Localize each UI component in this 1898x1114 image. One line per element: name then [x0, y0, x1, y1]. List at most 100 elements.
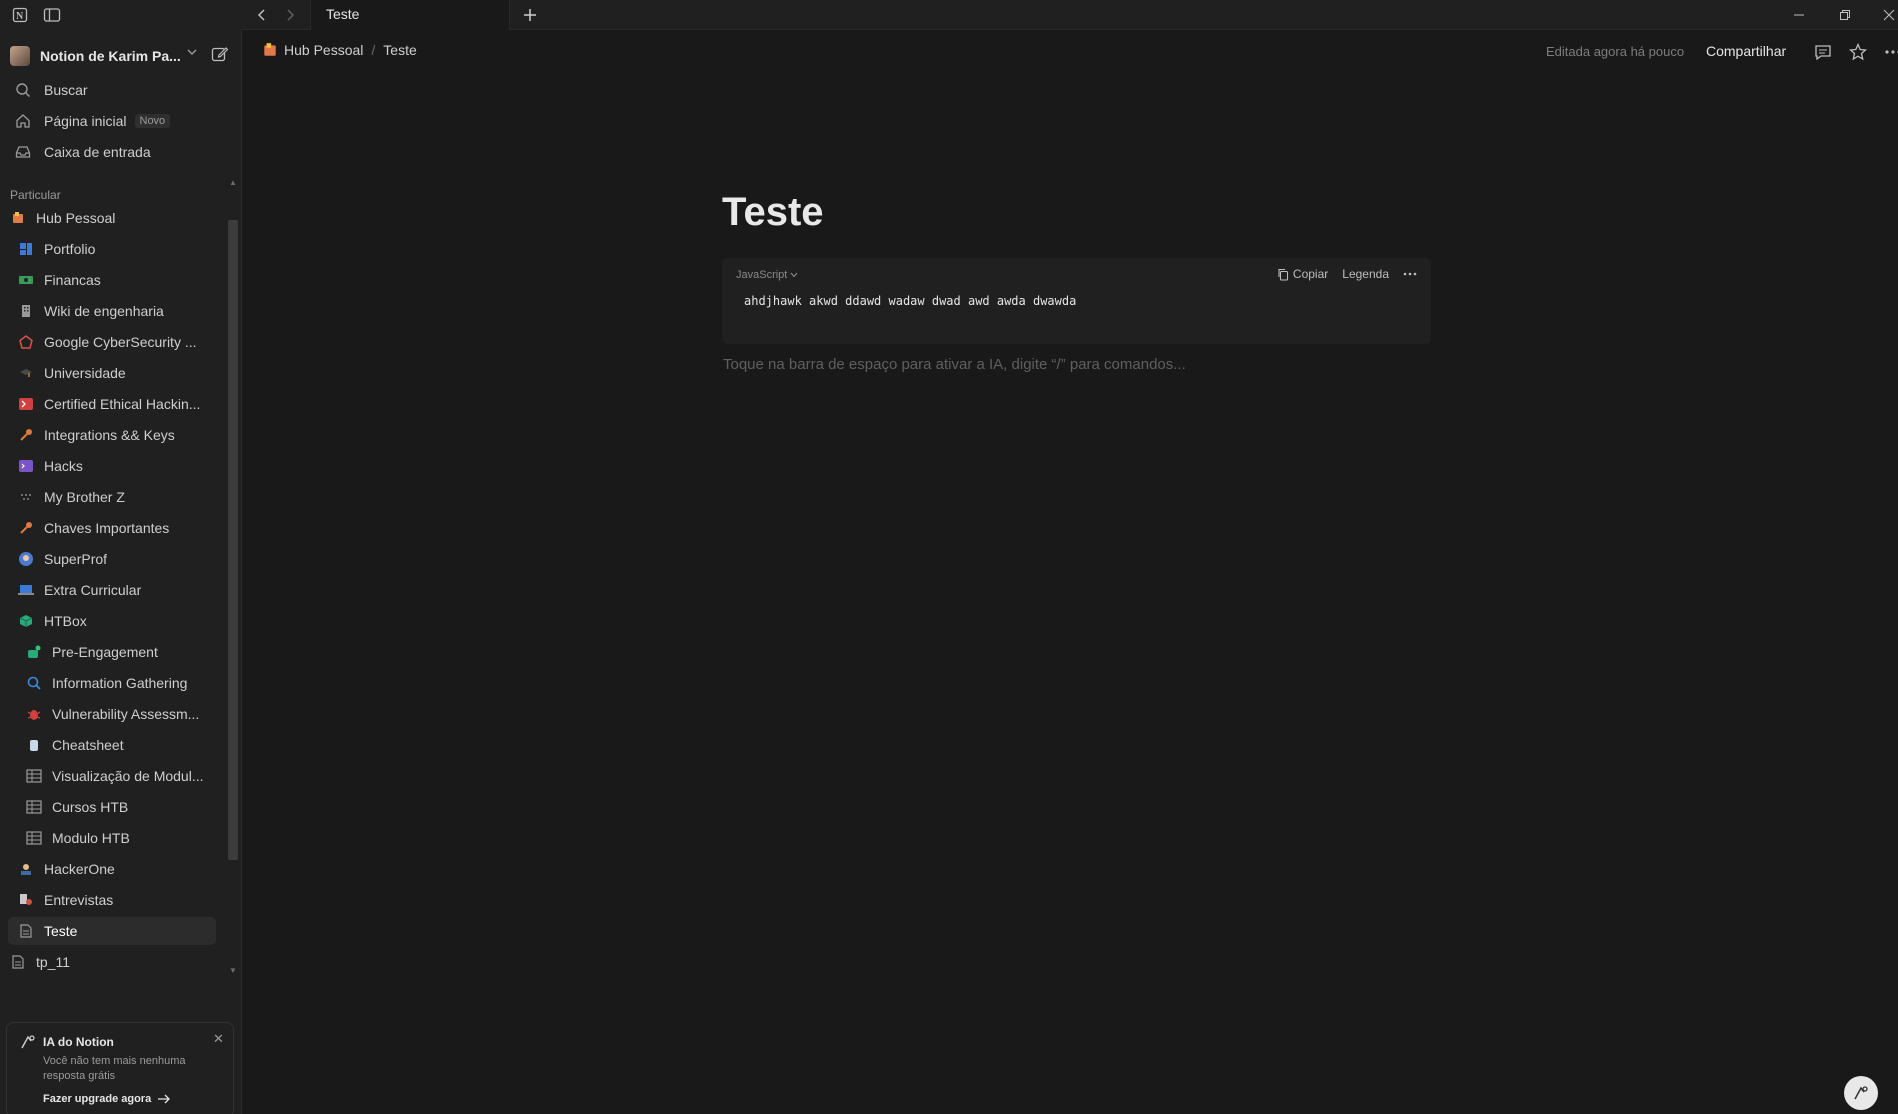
edited-status: Editada agora há pouco: [1546, 44, 1685, 59]
back-icon[interactable]: [250, 3, 274, 27]
workspace-switcher[interactable]: Notion de Karim Pa...: [10, 42, 234, 70]
sidebar-item-hub-pessoal[interactable]: Hub Pessoal: [8, 204, 216, 232]
sidebar-item-information-gathering[interactable]: Information Gathering: [24, 669, 226, 697]
sidebar-item-extra-curricular[interactable]: Extra Curricular: [16, 576, 224, 604]
graduation-icon: [16, 363, 36, 383]
code-block[interactable]: JavaScript Copiar Legenda ahdjhawk akwd …: [722, 258, 1431, 344]
sidebar-item-label: Cursos HTB: [52, 799, 129, 815]
sidebar-item-hackerone[interactable]: HackerOne: [16, 855, 224, 883]
page-icon: [8, 952, 28, 972]
laptop-icon: [16, 580, 36, 600]
sidebar-item-label: Integrations && Keys: [44, 427, 175, 443]
sidebar-scrollbar[interactable]: [228, 220, 238, 860]
sidebar-item-portfolio[interactable]: Portfolio: [16, 235, 224, 263]
sidebar-item-label: Visualização de Modul...: [52, 768, 204, 784]
sidebar-item-label: Portfolio: [44, 241, 96, 257]
star-icon[interactable]: [1847, 41, 1869, 63]
sidebar-item-modulo-htb[interactable]: Modulo HTB: [24, 824, 226, 852]
sidebar-item-teste[interactable]: Teste: [8, 917, 216, 945]
breadcrumb-separator: /: [371, 42, 376, 58]
avatar: [10, 46, 30, 66]
caption-button[interactable]: Legenda: [1342, 267, 1389, 281]
sidebar-item-superprof[interactable]: SuperProf: [16, 545, 224, 573]
nav-home[interactable]: Página inicial Novo: [8, 107, 232, 135]
sidebar-item-label: HackerOne: [44, 861, 115, 877]
page-title[interactable]: Teste: [722, 190, 824, 235]
close-window-icon[interactable]: [1876, 2, 1898, 28]
box-icon: [16, 611, 36, 631]
title-bar: N Teste: [0, 0, 1898, 30]
sidebar-item-wiki[interactable]: Wiki de engenharia: [16, 297, 224, 325]
sidebar-item-pre-engagement[interactable]: Pre-Engagement: [24, 638, 226, 666]
chevron-down-icon[interactable]: [186, 46, 198, 61]
sidebar-item-integrations[interactable]: Integrations && Keys: [16, 421, 224, 449]
page-icon: [16, 921, 36, 941]
code-language-select[interactable]: JavaScript: [736, 269, 798, 281]
code-more-icon[interactable]: [1403, 272, 1417, 276]
scroll-up-icon[interactable]: ▲: [229, 178, 237, 187]
page-list: Hub Pessoal Portfolio Financas Wiki de e…: [0, 202, 226, 1020]
notion-logo-icon[interactable]: N: [8, 3, 32, 27]
notion-ai-icon: [1854, 1086, 1868, 1100]
page-topbar: Hub Pessoal / Teste Editada agora há pou…: [242, 30, 1898, 74]
sidebar-toggle-icon[interactable]: [40, 3, 64, 27]
tab-label: Teste: [326, 6, 360, 22]
sidebar-item-label: Universidade: [44, 365, 126, 381]
minimize-icon[interactable]: [1786, 2, 1812, 28]
sidebar-item-chaves[interactable]: Chaves Importantes: [16, 514, 224, 542]
comment-icon[interactable]: [1812, 41, 1834, 63]
sidebar-item-google-cyber[interactable]: Google CyberSecurity ...: [16, 328, 224, 356]
key-icon: [16, 518, 36, 538]
sidebar-item-financas[interactable]: Financas: [16, 266, 224, 294]
close-icon[interactable]: ✕: [213, 1031, 224, 1047]
sidebar-item-hacks[interactable]: Hacks: [16, 452, 224, 480]
breadcrumb: Hub Pessoal / Teste: [262, 42, 417, 58]
scroll-down-icon[interactable]: ▼: [229, 966, 237, 975]
sidebar-item-vulnerability[interactable]: Vulnerability Assessm...: [24, 700, 226, 728]
search-icon: [12, 79, 34, 101]
code-icon: [16, 456, 36, 476]
sidebar-item-cheatsheet[interactable]: Cheatsheet: [24, 731, 226, 759]
sidebar-item-label: Extra Curricular: [44, 582, 142, 598]
tab-teste[interactable]: Teste: [310, 0, 510, 30]
sidebar-item-label: Certified Ethical Hackin...: [44, 396, 201, 412]
code-language-label: JavaScript: [736, 269, 788, 281]
share-button[interactable]: Compartilhar: [1706, 43, 1786, 59]
sidebar-item-label: Google CyberSecurity ...: [44, 334, 197, 350]
copy-label: Copiar: [1292, 267, 1329, 281]
sidebar-item-my-brother[interactable]: My Brother Z: [16, 483, 224, 511]
copy-button[interactable]: Copiar: [1277, 267, 1328, 281]
sidebar-item-universidade[interactable]: Universidade: [16, 359, 224, 387]
nav-inbox[interactable]: Caixa de entrada: [8, 138, 232, 166]
sidebar-item-cursos-htb[interactable]: Cursos HTB: [24, 793, 226, 821]
sidebar-item-label: Chaves Importantes: [44, 520, 170, 536]
building-icon: [16, 301, 36, 321]
terminal-icon: [16, 394, 36, 414]
sidebar-item-label: Pre-Engagement: [52, 644, 158, 660]
forward-icon[interactable]: [278, 3, 302, 27]
empty-block-placeholder[interactable]: Toque na barra de espaço para ativar a I…: [723, 356, 1186, 373]
code-content[interactable]: ahdjhawk akwd ddawd wadaw dwad awd awda …: [744, 294, 1076, 308]
arrow-right-icon: [158, 1094, 171, 1104]
ai-card-body: Você não tem mais nenhuma resposta gráti…: [43, 1055, 186, 1082]
more-options-icon[interactable]: [1882, 41, 1898, 63]
new-page-icon[interactable]: [210, 44, 232, 66]
sidebar-item-label: Financas: [44, 272, 101, 288]
breadcrumb-teste[interactable]: Teste: [383, 42, 416, 58]
nav-inbox-label: Caixa de entrada: [44, 144, 151, 160]
sidebar-item-htbox[interactable]: HTBox: [16, 607, 224, 635]
nav-search[interactable]: Buscar: [8, 76, 232, 104]
section-label: Particular: [10, 188, 61, 202]
new-tab-icon[interactable]: [518, 3, 542, 27]
upgrade-link[interactable]: Fazer upgrade agora: [43, 1093, 171, 1105]
sidebar-item-label: My Brother Z: [44, 489, 125, 505]
sidebar-item-visualizacao[interactable]: Visualização de Modul...: [24, 762, 226, 790]
restore-icon[interactable]: [1832, 2, 1858, 28]
notion-ai-button[interactable]: [1844, 1076, 1878, 1110]
sidebar-item-tp11[interactable]: tp_11: [8, 948, 216, 976]
sidebar-item-label: Wiki de engenharia: [44, 303, 164, 319]
breadcrumb-hub-pessoal[interactable]: Hub Pessoal: [284, 42, 363, 58]
people-icon: [24, 642, 44, 662]
sidebar-item-ceh[interactable]: Certified Ethical Hackin...: [16, 390, 224, 418]
sidebar-item-entrevistas[interactable]: Entrevistas: [16, 886, 224, 914]
